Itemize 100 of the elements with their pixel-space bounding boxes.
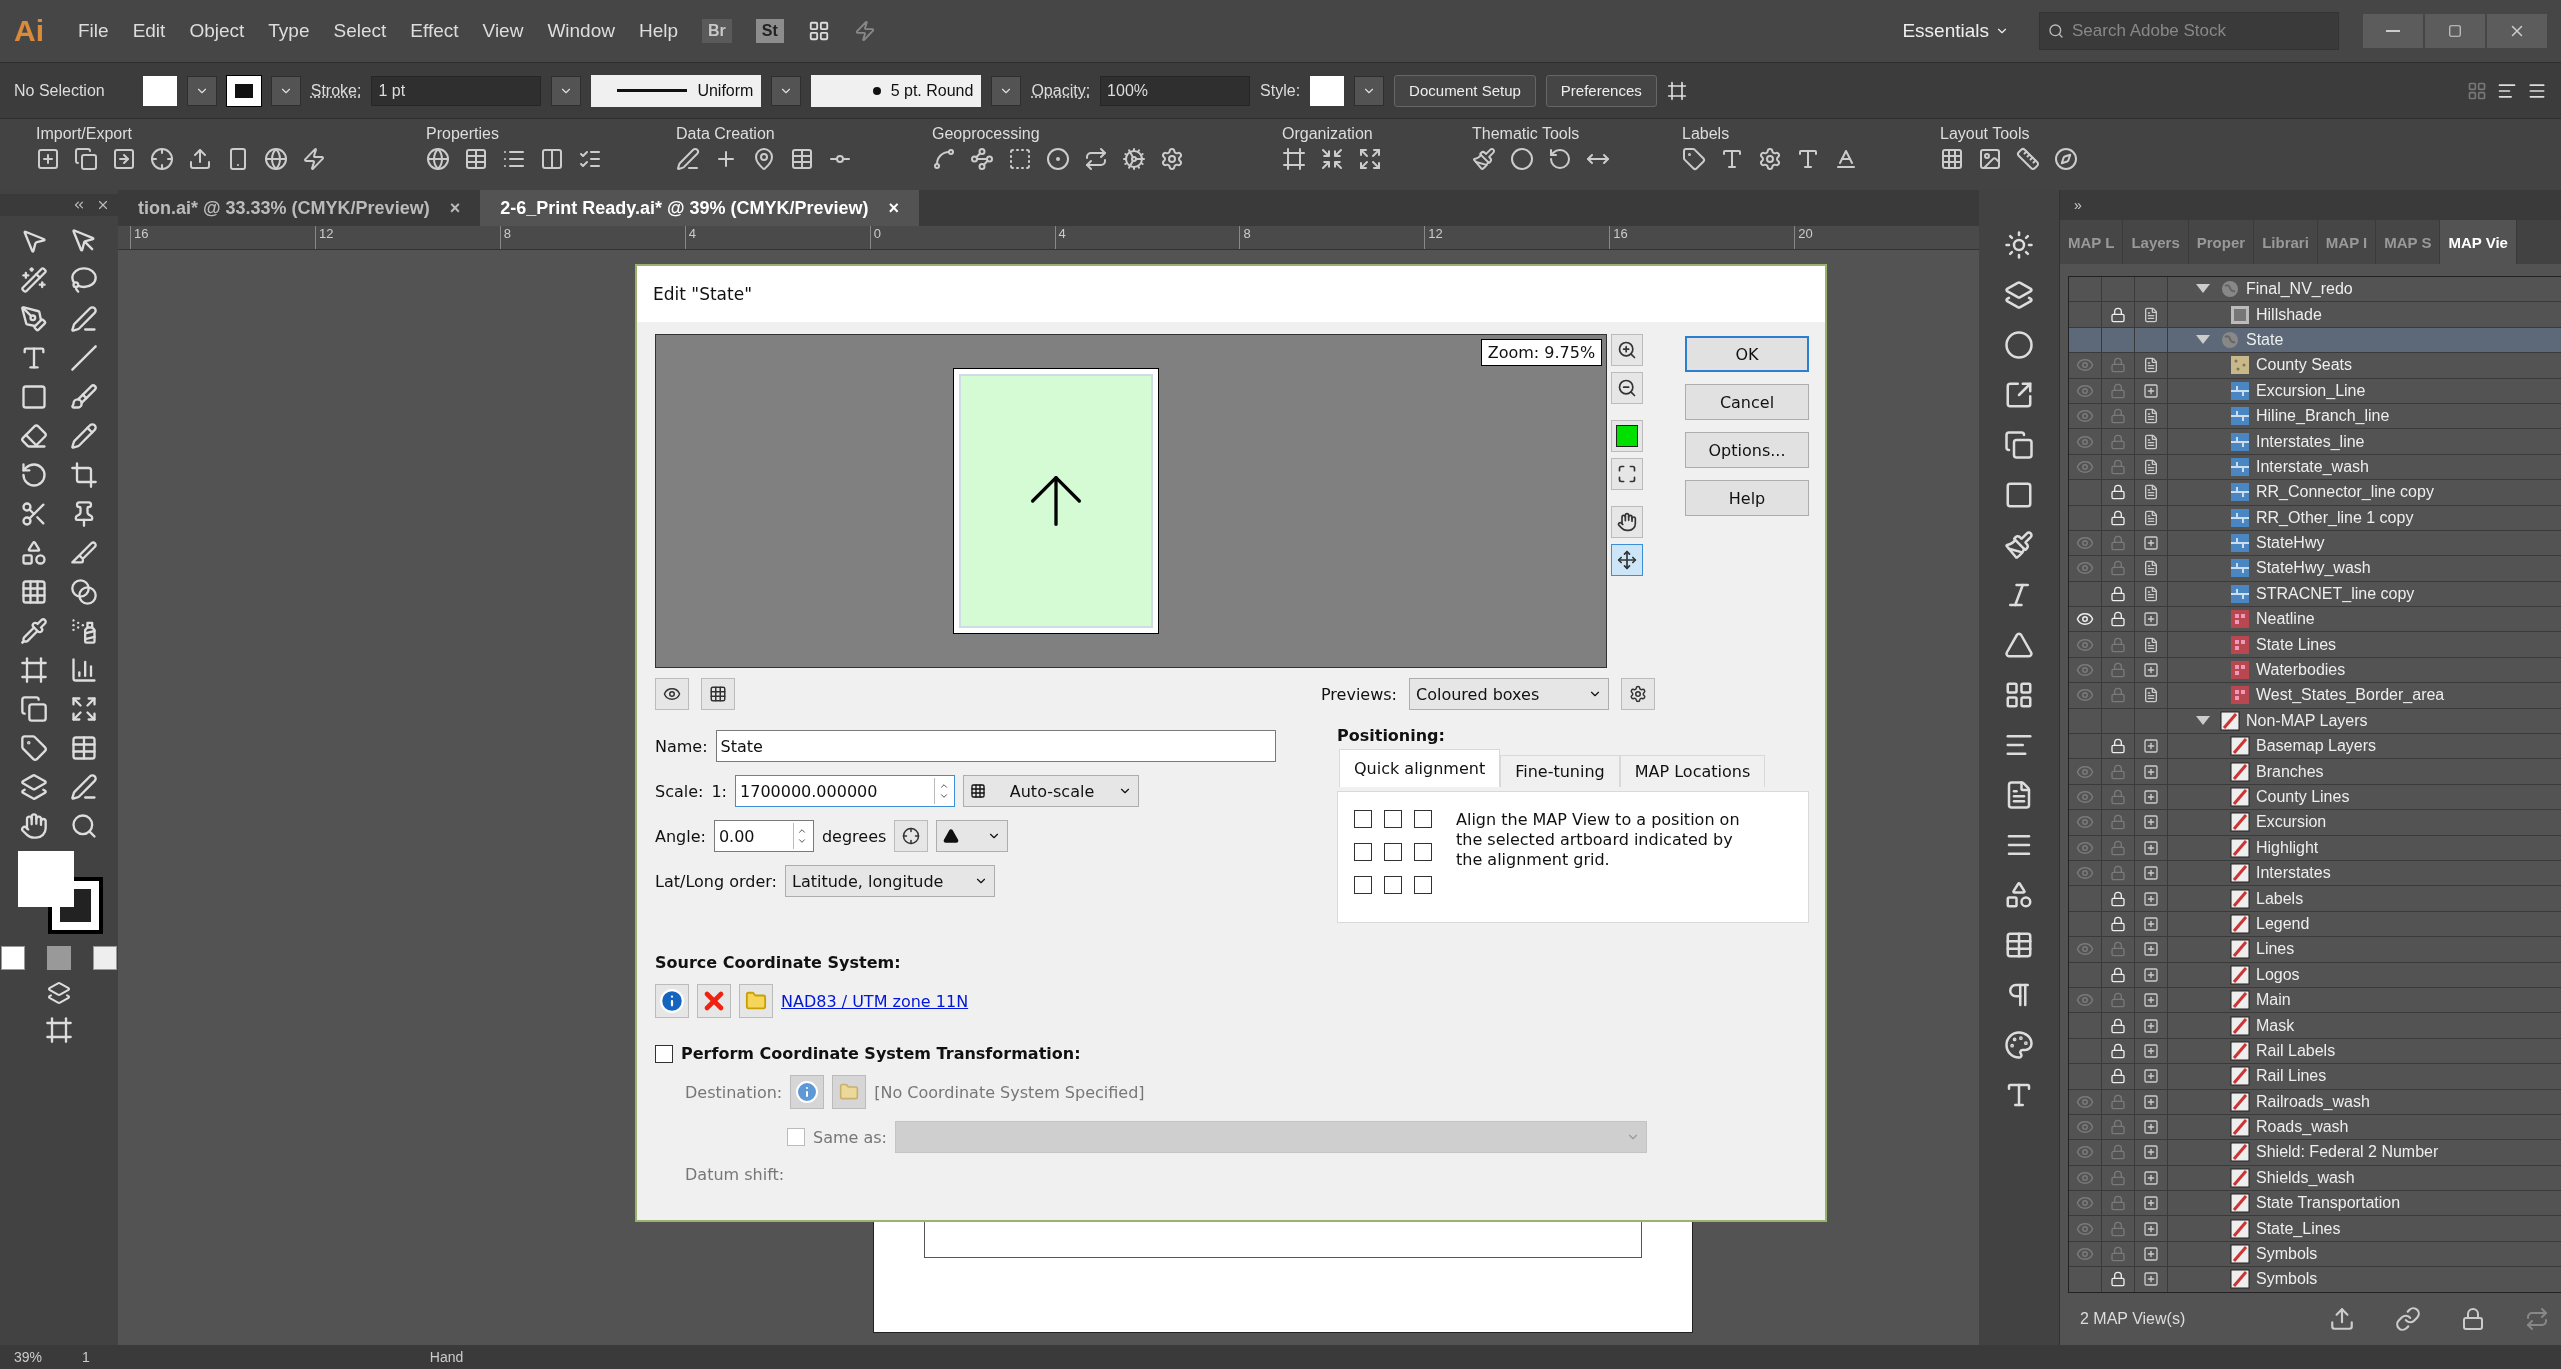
group-label: Labels [1682,125,1731,143]
destination-label: Destination: [685,1082,783,1102]
profile-dropdown[interactable]: Uniform [591,74,762,107]
toolbar-button[interactable]: Document Setup [1394,74,1536,107]
menu-item[interactable]: File [78,20,109,42]
menu-item[interactable]: Type [268,20,310,42]
layer-row[interactable]: Hiline_Branch_line [2069,403,2561,430]
layer-row[interactable]: State Lines [2069,632,2561,658]
layer-name: State Lines [2256,635,2337,654]
menu-item[interactable]: Help [638,20,679,42]
layer-name: Branches [2256,762,2324,781]
layer-row[interactable]: Final_NV_redo [2069,277,2561,303]
dialog-button[interactable]: Help [1685,480,1809,516]
layer-row[interactable]: Rail Labels [2069,1038,2561,1065]
document-tab[interactable]: 2-6_Print Ready.ai* @ 39% (CMYK/Preview) × [480,190,920,226]
layer-row[interactable]: RR_Other_line 1 copy [2069,505,2561,531]
layer-row[interactable]: StateHwy [2069,530,2561,557]
panel-tab[interactable]: MAP Vie [2440,220,2517,264]
dialog-button[interactable]: Options... [1685,432,1809,468]
layer-row[interactable]: Basemap Layers [2069,734,2561,760]
layer-row[interactable]: Excursion [2069,810,2561,836]
layer-name: State_Lines [2256,1219,2341,1238]
layer-row[interactable]: Main [2069,987,2561,1014]
layer-name: Excursion_Line [2256,381,2366,400]
app-logo: Ai [14,14,44,48]
layer-row[interactable]: Interstates [2069,861,2561,887]
dialog-button[interactable]: Cancel [1685,384,1809,420]
layer-row[interactable]: RR_Connector_line copy [2069,480,2561,506]
layer-row[interactable]: West_States_Border_area [2069,683,2561,709]
layer-row[interactable]: Branches [2069,759,2561,785]
artboard-number: 1 [82,1349,90,1365]
layer-row[interactable]: Roads_wash [2069,1114,2561,1141]
dialog-button[interactable]: OK [1685,336,1809,372]
layer-row[interactable]: Legend [2069,911,2561,938]
app-badge[interactable]: St [755,19,784,43]
layer-row[interactable]: Hillshade [2069,302,2561,328]
angle-field[interactable]: 0.00 [713,820,814,852]
expand-icon[interactable]: » [2074,197,2082,213]
menu-item[interactable]: Object [189,20,245,42]
layer-row[interactable]: Rail Lines [2069,1064,2561,1090]
app-badge[interactable]: Br [702,19,732,43]
layer-row[interactable]: County Lines [2069,784,2561,811]
coordinate-system-link[interactable]: NAD83 / UTM zone 11N [781,991,969,1011]
menu-item[interactable]: Edit [132,20,166,42]
scale-field[interactable]: 1700000.000000 [735,775,955,807]
group-label: Geoprocessing [932,125,1041,143]
layer-row[interactable]: Non-MAP Layers [2069,708,2561,735]
toolbar-button[interactable]: Preferences [1545,74,1657,107]
layer-row[interactable]: Railroads_wash [2069,1089,2561,1115]
layer-row[interactable]: StateHwy_wash [2069,556,2561,582]
datum-shift-label: Datum shift: [685,1165,786,1184]
menu-item[interactable]: Window [547,20,615,42]
layer-row[interactable]: Interstate_wash [2069,454,2561,481]
alignment-description: Align the MAP View to a position on the selected artboard indicated by the alignment grid. [1456,810,1741,871]
destination-value: [No Coordinate System Specified] [874,1082,1145,1102]
stroke-weight-field[interactable]: 1 pt [371,75,542,106]
ruler-label: 16 [130,226,315,249]
layer-name: State [2246,330,2284,349]
layer-name: Roads_wash [2256,1118,2349,1137]
layer-row[interactable]: Neatline [2069,607,2561,633]
ruler-label: 8 [499,226,685,249]
positioning-tab[interactable]: Fine-tuning [1500,755,1620,787]
workspace-dropdown[interactable]: Essentials [1896,19,2015,43]
layer-row[interactable]: State Transportation [2069,1191,2561,1217]
layer-name: County Lines [2256,788,2350,806]
layer-row[interactable]: State [2069,327,2561,354]
previews-dropdown[interactable]: Coloured boxes [1409,678,1609,710]
search-field[interactable]: Search Adobe Stock [2039,12,2339,50]
layer-row[interactable]: Labels [2069,886,2561,912]
close-icon[interactable]: × [449,197,461,219]
autoscale-button[interactable]: Auto-scale [963,775,1139,807]
menu-item[interactable]: View [482,20,524,42]
name-field[interactable]: State [715,730,1276,762]
layer-name: West_States_Border_area [2256,686,2445,705]
latlong-dropdown[interactable]: Latitude, longitude [784,865,995,897]
layer-row[interactable]: Excursion_Line [2069,378,2561,404]
layer-row[interactable]: Shields_wash [2069,1165,2561,1192]
layer-row[interactable]: Interstates_line [2069,429,2561,455]
positioning-tab[interactable]: Quick alignment [1339,749,1501,787]
brush-dropdown[interactable]: 5 pt. Round [811,74,982,107]
layer-row[interactable]: Shield: Federal 2 Number [2069,1140,2561,1166]
layer-row[interactable]: County Seats [2069,353,2561,379]
layer-name: Symbols [2256,1270,2318,1289]
layer-row[interactable]: Waterbodies [2069,657,2561,684]
same-as-label: Same as: [813,1127,887,1147]
menu-item[interactable]: Select [333,20,387,42]
tab-title: tion.ai* @ 33.33% (CMYK/Preview) [138,197,430,219]
layer-row[interactable]: Symbols [2069,1241,2561,1268]
layer-row[interactable]: Mask [2069,1013,2561,1039]
layer-row[interactable]: STRACNET_line copy [2069,581,2561,608]
layer-row[interactable]: Highlight [2069,835,2561,861]
positioning-tab[interactable]: MAP Locations [1619,755,1766,787]
layer-row[interactable]: Lines [2069,937,2561,963]
close-icon[interactable]: × [888,197,900,219]
layer-row[interactable]: Logos [2069,962,2561,988]
layer-row[interactable]: State_Lines [2069,1216,2561,1242]
layer-name: Main [2256,991,2291,1010]
layer-name: State Transportation [2256,1194,2401,1213]
opacity-field[interactable]: 100% [1100,75,1251,106]
menu-item[interactable]: Effect [410,20,459,42]
